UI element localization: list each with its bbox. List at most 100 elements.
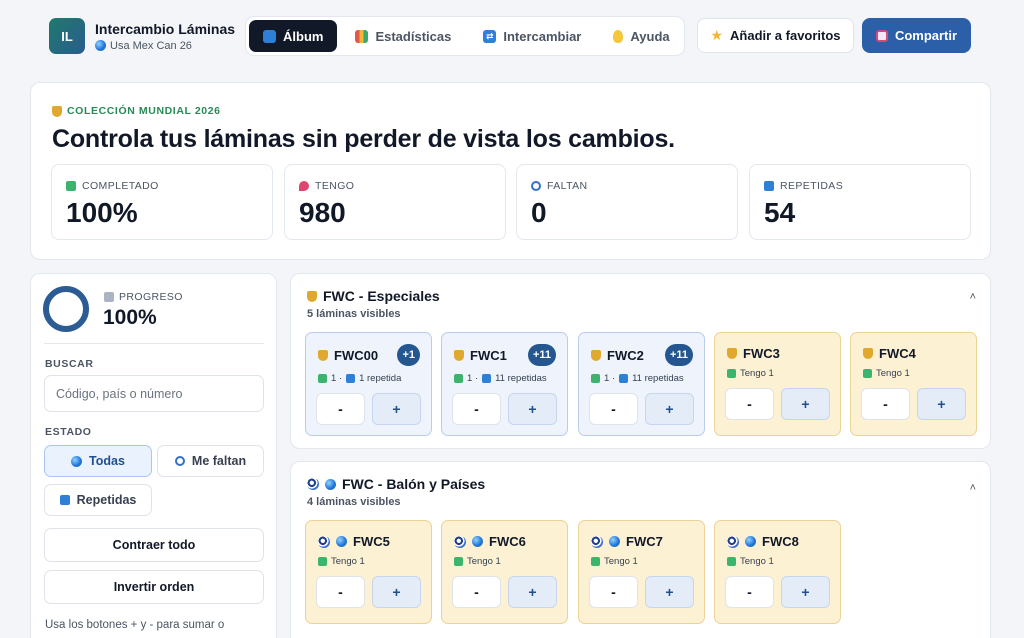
sticker-card-fwc00: FWC00 +1 1 · 1 repetida - + <box>305 332 432 436</box>
decrement-button[interactable]: - <box>316 576 365 608</box>
help-text: Usa los botones + y - para sumar o <box>45 619 225 631</box>
repeat-text: 11 repetidas <box>632 373 684 384</box>
increment-button[interactable]: + <box>372 393 421 425</box>
filter-repetidas[interactable]: Repetidas <box>44 484 152 516</box>
tab-ayuda[interactable]: Ayuda <box>599 20 683 52</box>
owned-count: Tengo 1 <box>467 556 501 567</box>
brand[interactable]: IL Intercambio Láminas Usa Mex Can 26 <box>49 18 235 54</box>
collection-eyebrow: COLECCIÓN MUNDIAL 2026 <box>52 105 221 117</box>
increment-button[interactable]: + <box>372 576 421 608</box>
collapse-chevron-icon[interactable]: ˄ <box>970 482 976 494</box>
sticker-code: FWC4 <box>879 346 916 361</box>
search-icon <box>531 181 541 191</box>
sticker-code: FWC7 <box>626 534 663 549</box>
stat-label: TENGO <box>315 180 355 192</box>
sticker-code: FWC6 <box>489 534 526 549</box>
collapse-all-button[interactable]: Contraer todo <box>44 528 264 562</box>
share-button[interactable]: Compartir <box>862 18 971 53</box>
search-icon <box>174 456 185 466</box>
filter-sidebar: PROGRESO 100% BUSCAR Código, país o núme… <box>30 273 277 638</box>
check-icon <box>727 557 736 566</box>
globe-icon <box>71 455 83 467</box>
repeat-count-badge: +1 <box>397 344 420 366</box>
progress-value: 100% <box>103 306 157 329</box>
section-title-text: FWC - Especiales <box>323 288 440 304</box>
decrement-button[interactable]: - <box>861 388 910 420</box>
repeat-text: 11 repetidas <box>495 373 547 384</box>
chart-icon <box>355 29 369 43</box>
stat-label: COMPLETADO <box>82 180 159 192</box>
owned-count: Tengo 1 <box>331 556 365 567</box>
globe-icon <box>609 536 620 547</box>
check-icon <box>591 374 600 383</box>
divider <box>44 343 264 344</box>
owned-count: Tengo 1 <box>740 556 774 567</box>
decrement-button[interactable]: - <box>589 393 638 425</box>
progress-label-text: PROGRESO <box>119 291 183 303</box>
tab-album[interactable]: Álbum <box>249 20 338 52</box>
check-icon <box>591 557 600 566</box>
tab-estadisticas[interactable]: Estadísticas <box>341 20 465 52</box>
sticker-status: Tengo 1 <box>318 556 365 567</box>
filter-label: Todas <box>89 454 125 468</box>
increment-button[interactable]: + <box>508 393 557 425</box>
repeat-count-badge: +11 <box>664 344 693 366</box>
collapse-chevron-icon[interactable]: ˄ <box>970 291 976 303</box>
sticker-status: 1 · 11 repetidas <box>591 373 684 384</box>
sticker-code: FWC00 <box>334 348 379 363</box>
sticker-status: Tengo 1 <box>863 368 910 379</box>
status-filter-label: ESTADO <box>45 426 92 438</box>
decrement-button[interactable]: - <box>725 576 774 608</box>
increment-button[interactable]: + <box>508 576 557 608</box>
stat-label: FALTAN <box>547 180 588 192</box>
check-icon <box>454 557 463 566</box>
decrement-button[interactable]: - <box>452 576 501 608</box>
sticker-code: FWC2 <box>607 348 644 363</box>
swap-icon: ⇄ <box>483 29 497 43</box>
filter-todas[interactable]: Todas <box>44 445 152 477</box>
stat-value: 100% <box>66 197 138 228</box>
invert-order-button[interactable]: Invertir orden <box>44 570 264 604</box>
increment-button[interactable]: + <box>781 388 830 420</box>
filter-label: Repetidas <box>76 493 137 507</box>
check-icon <box>727 369 736 378</box>
trophy-icon <box>863 348 873 359</box>
increment-button[interactable]: + <box>645 393 694 425</box>
owned-count: 1 · <box>331 373 343 384</box>
app-logo: IL <box>49 18 85 54</box>
decrement-button[interactable]: - <box>452 393 501 425</box>
soccer-ball-icon <box>591 535 603 548</box>
eyebrow-text: COLECCIÓN MUNDIAL 2026 <box>67 105 221 117</box>
increment-button[interactable]: + <box>645 576 694 608</box>
search-input[interactable]: Código, país o número <box>44 375 264 412</box>
check-icon <box>454 374 463 383</box>
decrement-button[interactable]: - <box>316 393 365 425</box>
page-title: Controla tus láminas sin perder de vista… <box>52 125 675 153</box>
increment-button[interactable]: + <box>917 388 966 420</box>
summary-card: COLECCIÓN MUNDIAL 2026 Controla tus lámi… <box>30 82 991 260</box>
increment-button[interactable]: + <box>781 576 830 608</box>
check-icon <box>66 181 76 191</box>
sticker-card-fwc2: FWC2 +11 1 · 11 repetidas - + <box>578 332 705 436</box>
book-icon <box>263 29 276 43</box>
tab-intercambiar[interactable]: ⇄ Intercambiar <box>469 20 595 52</box>
stat-completado: COMPLETADO 100% <box>51 164 273 240</box>
sticker-status: Tengo 1 <box>727 556 774 567</box>
decrement-button[interactable]: - <box>589 576 638 608</box>
stat-value: 980 <box>299 197 346 228</box>
decrement-button[interactable]: - <box>725 388 774 420</box>
sticker-card-fwc5: FWC5 Tengo 1 - + <box>305 520 432 624</box>
tab-album-label: Álbum <box>283 28 324 44</box>
sticker-status: Tengo 1 <box>727 368 774 379</box>
tab-intercambiar-label: Intercambiar <box>503 28 582 44</box>
album-name: Usa Mex Can 26 <box>110 39 192 52</box>
stat-repetidas: REPETIDAS 54 <box>749 164 971 240</box>
add-favorite-button[interactable]: ★ Añadir a favoritos <box>697 18 854 53</box>
app-subtitle: Usa Mex Can 26 <box>95 40 235 52</box>
filter-me-faltan[interactable]: Me faltan <box>157 445 264 477</box>
globe-icon <box>472 536 483 547</box>
trophy-icon <box>52 105 62 117</box>
sticker-status: Tengo 1 <box>591 556 638 567</box>
globe-icon <box>95 40 106 51</box>
sticker-card-fwc1: FWC1 +11 1 · 11 repetidas - + <box>441 332 568 436</box>
